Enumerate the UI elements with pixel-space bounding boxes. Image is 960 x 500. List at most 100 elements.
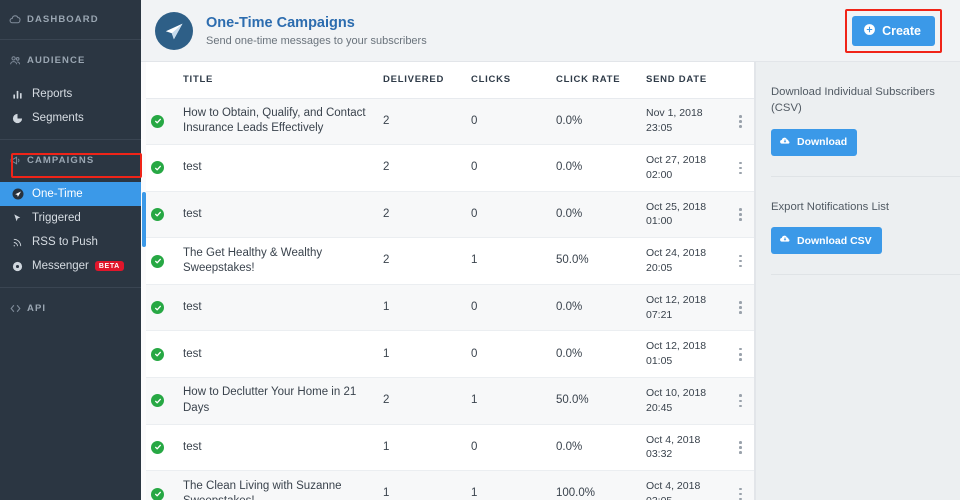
row-menu-cell[interactable] (726, 284, 755, 331)
sidebar-group-audience: Reports Segments (0, 80, 141, 136)
table-row[interactable]: The Get Healthy & Wealthy Sweepstakes!21… (141, 238, 755, 285)
row-menu-cell[interactable] (726, 331, 755, 378)
row-click-rate: 100.0% (556, 471, 646, 500)
row-menu-cell[interactable] (726, 424, 755, 471)
row-delivered: 2 (383, 191, 471, 238)
sidebar-section-campaigns: CAMPAIGNS (0, 140, 141, 180)
row-send-date-time: 01:00 (646, 214, 726, 229)
row-menu-cell[interactable] (726, 191, 755, 238)
row-clicks: 0 (471, 145, 556, 192)
row-title: How to Obtain, Qualify, and Contact Insu… (183, 98, 383, 145)
row-menu-cell[interactable] (726, 145, 755, 192)
row-title: The Clean Living with Suzanne Sweepstake… (183, 471, 383, 500)
table-row[interactable]: test100.0%Oct 12, 201801:05 (141, 331, 755, 378)
row-send-date: Oct 4, 201803:05 (646, 471, 726, 500)
check-circle-icon (151, 301, 164, 314)
campaigns-table-panel: TITLE DELIVERED CLICKS CLICK RATE SEND D… (141, 62, 755, 500)
col-clicks[interactable]: CLICKS (471, 62, 556, 98)
row-send-date: Oct 27, 201802:00 (646, 145, 726, 192)
table-row[interactable]: How to Declutter Your Home in 21 Days215… (141, 378, 755, 425)
table-head: TITLE DELIVERED CLICKS CLICK RATE SEND D… (141, 62, 755, 98)
table-row[interactable]: test200.0%Oct 27, 201802:00 (141, 145, 755, 192)
row-status-cell (141, 471, 183, 500)
sidebar-item-triggered[interactable]: Triggered (0, 206, 141, 230)
row-menu-cell[interactable] (726, 98, 755, 145)
download-csv-button-label: Download CSV (797, 235, 872, 247)
row-title: test (183, 331, 383, 378)
row-send-date-day: Nov 1, 2018 (646, 106, 726, 121)
row-status-cell (141, 284, 183, 331)
check-circle-icon (151, 161, 164, 174)
row-delivered: 2 (383, 145, 471, 192)
megaphone-icon (9, 154, 27, 167)
row-clicks: 0 (471, 284, 556, 331)
create-button[interactable]: Create (852, 16, 935, 46)
sidebar-label-audience: AUDIENCE (27, 55, 85, 66)
kebab-menu-icon[interactable] (726, 255, 755, 268)
row-status-cell (141, 378, 183, 425)
table-row[interactable]: How to Obtain, Qualify, and Contact Insu… (141, 98, 755, 145)
row-click-rate: 0.0% (556, 191, 646, 238)
kebab-menu-icon[interactable] (726, 301, 755, 314)
kebab-menu-icon[interactable] (726, 208, 755, 221)
col-click-rate[interactable]: CLICK RATE (556, 62, 646, 98)
row-delivered: 2 (383, 378, 471, 425)
row-status-cell (141, 98, 183, 145)
row-send-date-day: Oct 25, 2018 (646, 200, 726, 215)
kebab-menu-icon[interactable] (726, 441, 755, 454)
kebab-menu-icon[interactable] (726, 115, 755, 128)
sidebar-item-rss-to-push[interactable]: RSS to Push (0, 230, 141, 254)
kebab-menu-icon[interactable] (726, 348, 755, 361)
row-click-rate: 0.0% (556, 424, 646, 471)
sidebar-item-one-time[interactable]: One-Time (0, 182, 141, 206)
bar-chart-icon (12, 89, 32, 100)
check-circle-icon (151, 348, 164, 361)
row-send-date-time: 07:21 (646, 308, 726, 323)
sidebar-item-segments[interactable]: Segments (0, 106, 141, 130)
col-title[interactable]: TITLE (183, 62, 383, 98)
col-delivered[interactable]: DELIVERED (383, 62, 471, 98)
download-csv-button[interactable]: Download CSV (771, 227, 882, 254)
row-title: test (183, 191, 383, 238)
row-delivered: 1 (383, 331, 471, 378)
row-menu-cell[interactable] (726, 378, 755, 425)
row-clicks: 1 (471, 471, 556, 500)
scrollbar-thumb[interactable] (142, 192, 146, 247)
row-send-date-time: 02:00 (646, 168, 726, 183)
table-row[interactable]: The Clean Living with Suzanne Sweepstake… (141, 471, 755, 500)
row-delivered: 2 (383, 98, 471, 145)
download-button[interactable]: Download (771, 129, 857, 156)
col-menu (726, 62, 755, 98)
sidebar-item-messenger[interactable]: Messenger BETA (0, 254, 141, 278)
sidebar-item-dashboard[interactable]: DASHBOARD (0, 0, 141, 40)
download-button-label: Download (797, 136, 847, 148)
row-send-date-time: 20:45 (646, 401, 726, 416)
table-body: How to Obtain, Qualify, and Contact Insu… (141, 98, 755, 500)
beta-badge: BETA (95, 261, 124, 271)
export-notifications-block: Export Notifications List Download CSV (771, 177, 960, 274)
sidebar-item-reports[interactable]: Reports (0, 82, 141, 106)
kebab-menu-icon[interactable] (726, 488, 755, 500)
row-click-rate: 0.0% (556, 145, 646, 192)
table-row[interactable]: test100.0%Oct 12, 201807:21 (141, 284, 755, 331)
row-send-date-day: Oct 4, 2018 (646, 479, 726, 494)
table-row[interactable]: test100.0%Oct 4, 201803:32 (141, 424, 755, 471)
table-row[interactable]: test200.0%Oct 25, 201801:00 (141, 191, 755, 238)
row-menu-cell[interactable] (726, 471, 755, 500)
row-delivered: 1 (383, 424, 471, 471)
export-notifications-label: Export Notifications List (771, 199, 946, 215)
row-send-date: Oct 4, 201803:32 (646, 424, 726, 471)
sidebar-item-label: RSS to Push (32, 236, 98, 248)
plus-circle-icon (863, 23, 876, 39)
row-send-date-day: Oct 10, 2018 (646, 386, 726, 401)
col-send-date[interactable]: SEND DATE (646, 62, 726, 98)
sidebar-label-campaigns: CAMPAIGNS (27, 155, 94, 166)
row-click-rate: 0.0% (556, 331, 646, 378)
row-status-cell (141, 145, 183, 192)
sidebar-item-api[interactable]: API (0, 288, 141, 328)
vertical-scrollbar[interactable] (141, 62, 146, 500)
row-menu-cell[interactable] (726, 238, 755, 285)
sidebar-label-api: API (27, 303, 46, 314)
kebab-menu-icon[interactable] (726, 162, 755, 175)
kebab-menu-icon[interactable] (726, 394, 755, 407)
